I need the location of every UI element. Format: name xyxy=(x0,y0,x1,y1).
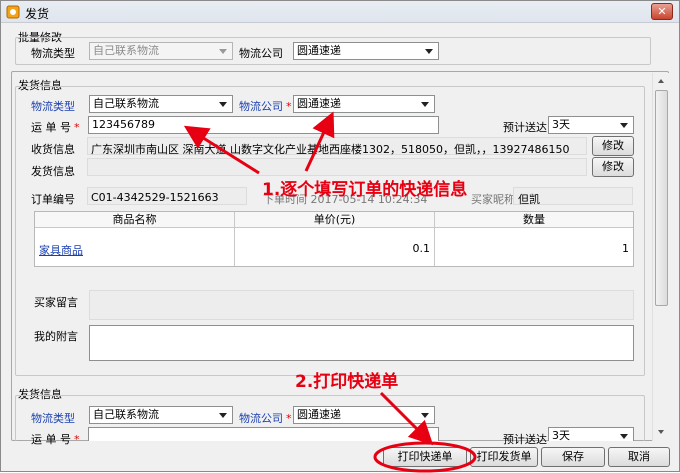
annotation-step1: 1.逐个填写订单的快递信息 xyxy=(262,180,468,200)
annotation-overlay xyxy=(183,111,477,473)
arrow-to-waybill xyxy=(183,125,260,175)
arrow-to-company xyxy=(304,111,335,172)
print-button-highlight xyxy=(373,441,477,473)
arrow-to-print xyxy=(379,391,434,446)
ship-dialog: 发货 ✕ 批量修改 物流类型 自己联系物流 物流公司 圆通速递 发货信息 物流类… xyxy=(0,0,680,473)
annotation-step2: 2.打印快递单 xyxy=(295,372,399,392)
